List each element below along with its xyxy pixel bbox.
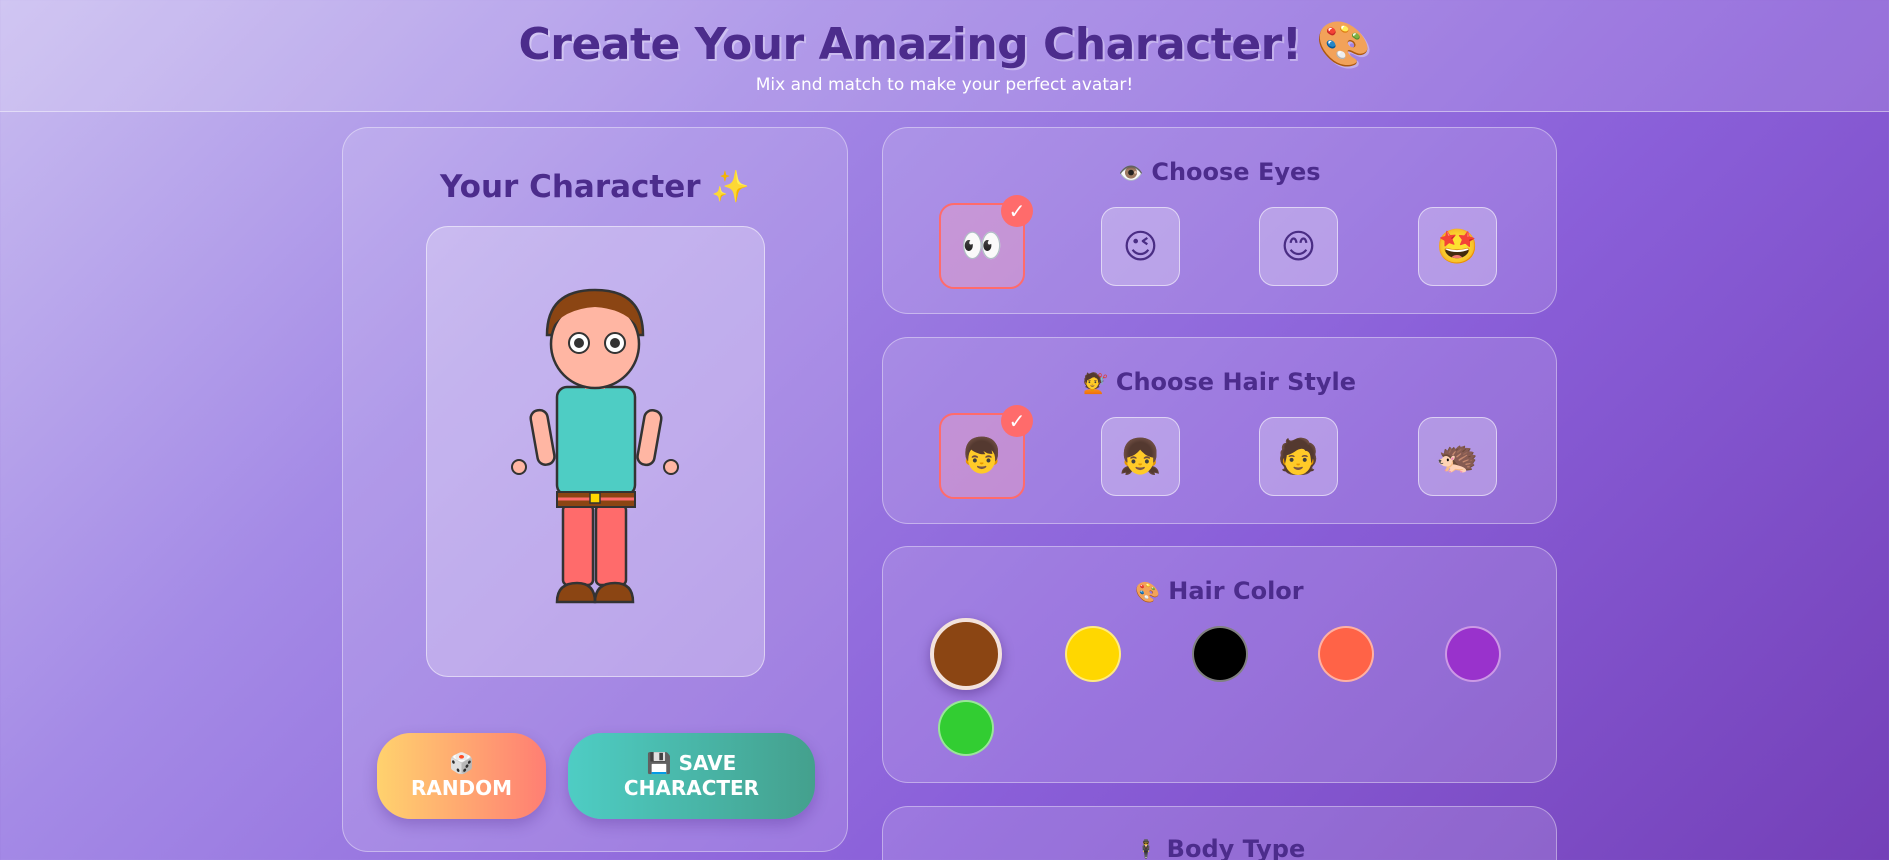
page-subtitle: Mix and match to make your perfect avata… <box>755 75 1134 95</box>
boy-icon: 👦 <box>960 436 1004 476</box>
hair-style-section: 💇 Choose Hair Style 👦 ✓ 👧 🧑 🦔 <box>882 337 1557 524</box>
right-shoe <box>593 581 635 604</box>
page-title: Create Your Amazing Character! 🎨 <box>518 19 1371 70</box>
hair-style-section-title: 💇 Choose Hair Style <box>883 368 1556 396</box>
eye-option-4[interactable]: 🤩 <box>1418 207 1497 286</box>
hedgehog-icon: 🦔 <box>1436 436 1479 477</box>
eye-option-1[interactable]: 👀 ✓ <box>939 195 1033 289</box>
left-hand <box>511 459 527 475</box>
body-type-section-label: Body Type <box>1166 835 1306 860</box>
body-type-section: 🕴️ Body Type <box>882 806 1557 860</box>
haircut-icon: 💇 <box>1082 371 1108 395</box>
save-character-button[interactable]: 💾 SAVE CHARACTER <box>568 733 815 819</box>
star-struck-icon: 🤩 <box>1436 226 1479 267</box>
hair-style-option-4[interactable]: 🦔 <box>1418 417 1497 496</box>
eyes-emoji-icon: 👀 <box>960 226 1004 266</box>
palette-icon: 🎨 <box>1135 580 1161 604</box>
character-figure <box>511 288 679 604</box>
checkmark-icon: ✓ <box>1001 405 1033 437</box>
right-hand <box>663 459 679 475</box>
person-icon: 🧑 <box>1277 436 1320 477</box>
smiling-face-icon: 😊 <box>1280 226 1317 267</box>
shirt <box>555 385 637 497</box>
hair-color-section-label: Hair Color <box>1168 577 1304 605</box>
dice-icon: 🎲 <box>449 751 474 775</box>
belt-buckle <box>589 492 601 504</box>
right-arm <box>636 409 663 467</box>
hair-color-swatch-orange[interactable] <box>1318 626 1374 682</box>
character-canvas <box>426 226 765 677</box>
random-label: RANDOM <box>410 776 513 800</box>
body-type-section-title: 🕴️ Body Type <box>883 835 1556 860</box>
eyes-section: 👁️ Choose Eyes 👀 ✓ 😉 😊 🤩 <box>882 127 1557 314</box>
random-button[interactable]: 🎲 RANDOM <box>377 733 546 819</box>
left-shoe <box>555 581 597 604</box>
hair-style-section-label: Choose Hair Style <box>1115 368 1357 396</box>
character-preview-panel: Your Character ✨ 🎲 RANDOM 💾 SAVE CHARACT… <box>342 127 848 852</box>
preview-title: Your Character ✨ <box>440 169 750 205</box>
eye-option-2[interactable]: 😉 <box>1101 207 1180 286</box>
hair-color-section: 🎨 Hair Color <box>882 546 1557 783</box>
eye-icon: 👁️ <box>1118 161 1144 185</box>
hair-color-swatch-brown[interactable] <box>930 618 1002 690</box>
eye-option-3[interactable]: 😊 <box>1259 207 1338 286</box>
floppy-disk-icon: 💾 <box>646 751 672 775</box>
eyes-section-label: Choose Eyes <box>1151 158 1321 186</box>
winking-face-icon: 😉 <box>1122 226 1159 267</box>
hair-style-option-2[interactable]: 👧 <box>1101 417 1180 496</box>
hair-color-swatch-black[interactable] <box>1192 626 1248 682</box>
right-leg <box>594 503 628 587</box>
hair-color-swatch-yellow[interactable] <box>1065 626 1121 682</box>
hair-style-option-1[interactable]: 👦 ✓ <box>939 405 1033 499</box>
left-leg <box>561 503 595 587</box>
hair-color-swatch-green[interactable] <box>938 700 994 756</box>
person-standing-icon: 🕴️ <box>1133 838 1159 860</box>
hair-color-section-title: 🎨 Hair Color <box>883 577 1556 605</box>
app-header: Create Your Amazing Character! 🎨 Mix and… <box>0 0 1889 112</box>
girl-icon: 👧 <box>1119 436 1162 477</box>
eyes-section-title: 👁️ Choose Eyes <box>883 158 1556 186</box>
checkmark-icon: ✓ <box>1001 195 1033 227</box>
hair-color-swatch-purple[interactable] <box>1445 626 1501 682</box>
left-arm <box>529 408 556 466</box>
hair-style-option-3[interactable]: 🧑 <box>1259 417 1338 496</box>
save-label: SAVE CHARACTER <box>623 751 760 800</box>
